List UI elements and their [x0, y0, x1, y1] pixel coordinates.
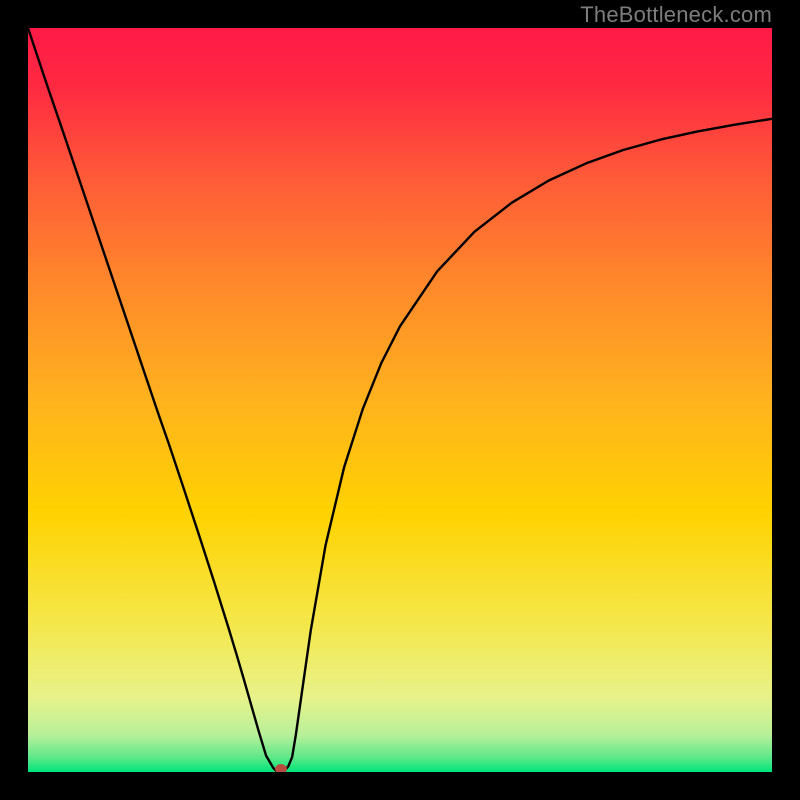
plot-area: [28, 28, 772, 772]
watermark-text: TheBottleneck.com: [580, 2, 772, 28]
chart-svg: [28, 28, 772, 772]
chart-frame: TheBottleneck.com: [0, 0, 800, 800]
